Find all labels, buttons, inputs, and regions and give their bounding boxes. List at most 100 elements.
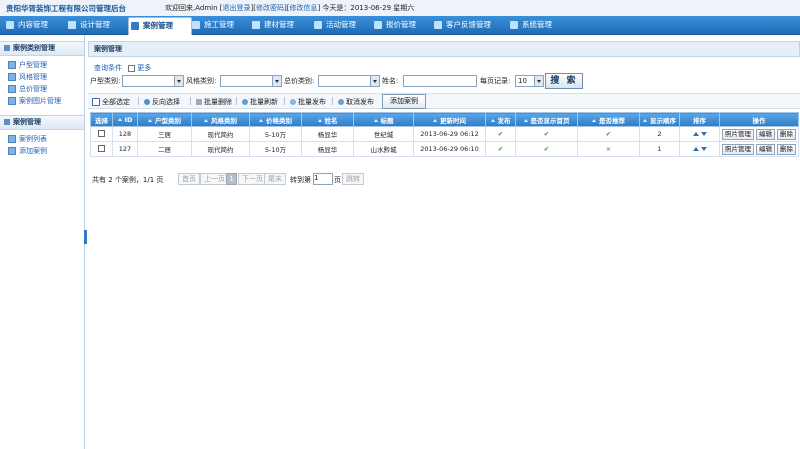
sidebar-item-case-list[interactable]: 案例列表 [8, 134, 47, 144]
sidebar-group-case-category[interactable]: 案例类别管理 [0, 41, 84, 56]
cell-published[interactable]: ✔ [485, 141, 516, 157]
search-button[interactable]: 搜 索 [545, 73, 583, 89]
sort-icon [373, 119, 378, 122]
photo-manage-button[interactable]: 照片管理 [722, 143, 754, 155]
price-select[interactable] [318, 75, 380, 87]
cell-name: 杨显华 [301, 126, 354, 142]
nav-design[interactable]: 设计管理 [66, 17, 130, 33]
invert-selection-button[interactable]: 反向选择 [144, 97, 180, 107]
type-select[interactable] [122, 75, 184, 87]
case-table: 选择 ID 户型类别 风格类别 价格类别 姓名 标题 更新时间 发布 是否显示首… [90, 112, 799, 157]
delete-button[interactable]: 删除 [777, 128, 796, 140]
cell-homepage[interactable]: ✔ [515, 141, 578, 157]
per-page-label: 每页记录: [480, 77, 511, 85]
col-id[interactable]: ID [112, 112, 138, 127]
row-checkbox[interactable] [98, 129, 105, 137]
query-conditions-link[interactable]: 查询条件 [94, 64, 122, 72]
batch-refresh-button[interactable]: 批量刷新 [242, 97, 278, 107]
row-select-cell [90, 126, 113, 142]
per-page-select[interactable]: 10 [515, 75, 544, 87]
name-input[interactable] [403, 75, 477, 87]
photo-manage-button[interactable]: 照片管理 [722, 128, 754, 140]
header-label: ID [124, 115, 133, 124]
change-info-link[interactable]: 修改信息 [289, 4, 317, 12]
batch-publish-button[interactable]: 批量发布 [290, 97, 326, 107]
batch-delete-button[interactable]: 批量删除 [196, 97, 232, 107]
nav-content[interactable]: 内容管理 [4, 17, 68, 33]
nav-feedback[interactable]: 客户反馈管理 [432, 17, 516, 33]
move-down-icon[interactable] [700, 132, 707, 136]
cell-type: 二居 [137, 141, 192, 157]
sidebar-item-style[interactable]: 风格管理 [8, 72, 47, 82]
sort-icon [204, 119, 208, 122]
nav-material[interactable]: 建材管理 [250, 17, 314, 33]
col-name[interactable]: 姓名 [301, 112, 354, 127]
move-up-icon[interactable] [692, 147, 699, 151]
nav-label: 客户反馈管理 [446, 20, 491, 29]
prev-page-button[interactable]: 上一页 [200, 173, 229, 185]
cell-recommended[interactable]: × [577, 141, 640, 157]
col-updated[interactable]: 更新时间 [413, 112, 486, 127]
more-checkbox[interactable] [128, 64, 136, 72]
edit-button[interactable]: 编辑 [756, 143, 775, 155]
nav-case[interactable]: 案例管理 [128, 17, 192, 35]
nav-system[interactable]: 系统管理 [508, 17, 572, 33]
goto-page-input[interactable]: 1 [313, 173, 333, 185]
row-checkbox[interactable] [98, 144, 105, 152]
last-page-button[interactable]: 尾末 [264, 173, 286, 185]
sort-icon [148, 119, 152, 122]
current-page[interactable]: 1 [226, 173, 237, 185]
style-select[interactable] [220, 75, 282, 87]
add-case-button[interactable]: 添加案例 [382, 94, 426, 109]
cancel-publish-button[interactable]: 取消发布 [338, 97, 374, 107]
edit-button[interactable]: 编辑 [756, 128, 775, 140]
cell-id: 127 [112, 141, 138, 157]
cancel-publish-label: 取消发布 [346, 98, 374, 106]
sidebar-collapse-handle[interactable] [84, 230, 87, 244]
nav-activity[interactable]: 活动管理 [312, 17, 376, 33]
select-all-button[interactable]: 全部选定 [92, 97, 130, 107]
cell-published[interactable]: ✔ [485, 126, 516, 142]
col-price[interactable]: 价格类别 [249, 112, 302, 127]
header-label: 是否显示首页 [530, 116, 570, 125]
cell-recommended[interactable]: ✔ [577, 126, 640, 142]
cell-homepage[interactable]: ✔ [515, 126, 578, 142]
nav-label: 系统管理 [522, 20, 552, 29]
change-password-link[interactable]: 修改密码 [256, 4, 284, 12]
first-page-button[interactable]: 首页 [178, 173, 200, 185]
sidebar-item-price[interactable]: 总价管理 [8, 84, 47, 94]
construction-icon [192, 21, 200, 29]
table-header-row: 选择 ID 户型类别 风格类别 价格类别 姓名 标题 更新时间 发布 是否显示首… [90, 112, 799, 127]
header-label: 户型类别 [155, 116, 181, 125]
col-recommended[interactable]: 是否推荐 [577, 112, 640, 127]
nav-label: 报价管理 [386, 20, 416, 29]
sidebar-group-case[interactable]: 案例管理 [0, 115, 84, 130]
sort-icon [317, 119, 322, 122]
chevron-down-icon [534, 76, 543, 86]
jump-button[interactable]: 跳转 [342, 173, 364, 185]
delete-button[interactable]: 删除 [777, 143, 796, 155]
sidebar-item-house-type[interactable]: 户型管理 [8, 60, 47, 70]
col-title[interactable]: 标题 [353, 112, 414, 127]
col-type[interactable]: 户型类别 [137, 112, 192, 127]
sidebar-item-add-case[interactable]: 添加案例 [8, 146, 47, 156]
more-link[interactable]: 更多 [137, 64, 151, 72]
nav-label: 建材管理 [264, 20, 294, 29]
batch-publish-label: 批量发布 [298, 98, 326, 106]
move-down-icon[interactable] [700, 147, 707, 151]
page-unit-label: 页 [334, 176, 341, 184]
sidebar-item-case-images[interactable]: 案例图片管理 [8, 96, 61, 106]
col-published[interactable]: 发布 [485, 112, 516, 127]
nav-label: 施工管理 [204, 20, 234, 29]
move-up-icon[interactable] [692, 132, 699, 136]
next-page-button[interactable]: 下一页 [238, 173, 267, 185]
col-order[interactable]: 显示顺序 [639, 112, 680, 127]
tree-icon [8, 97, 16, 105]
col-style[interactable]: 风格类别 [191, 112, 250, 127]
sort-icon [117, 118, 122, 121]
col-homepage[interactable]: 是否显示首页 [515, 112, 578, 127]
logout-link[interactable]: 退出登录 [223, 4, 251, 12]
nav-quote[interactable]: 报价管理 [372, 17, 436, 33]
header-label: 选择 [95, 116, 108, 125]
nav-construction[interactable]: 施工管理 [190, 17, 254, 33]
